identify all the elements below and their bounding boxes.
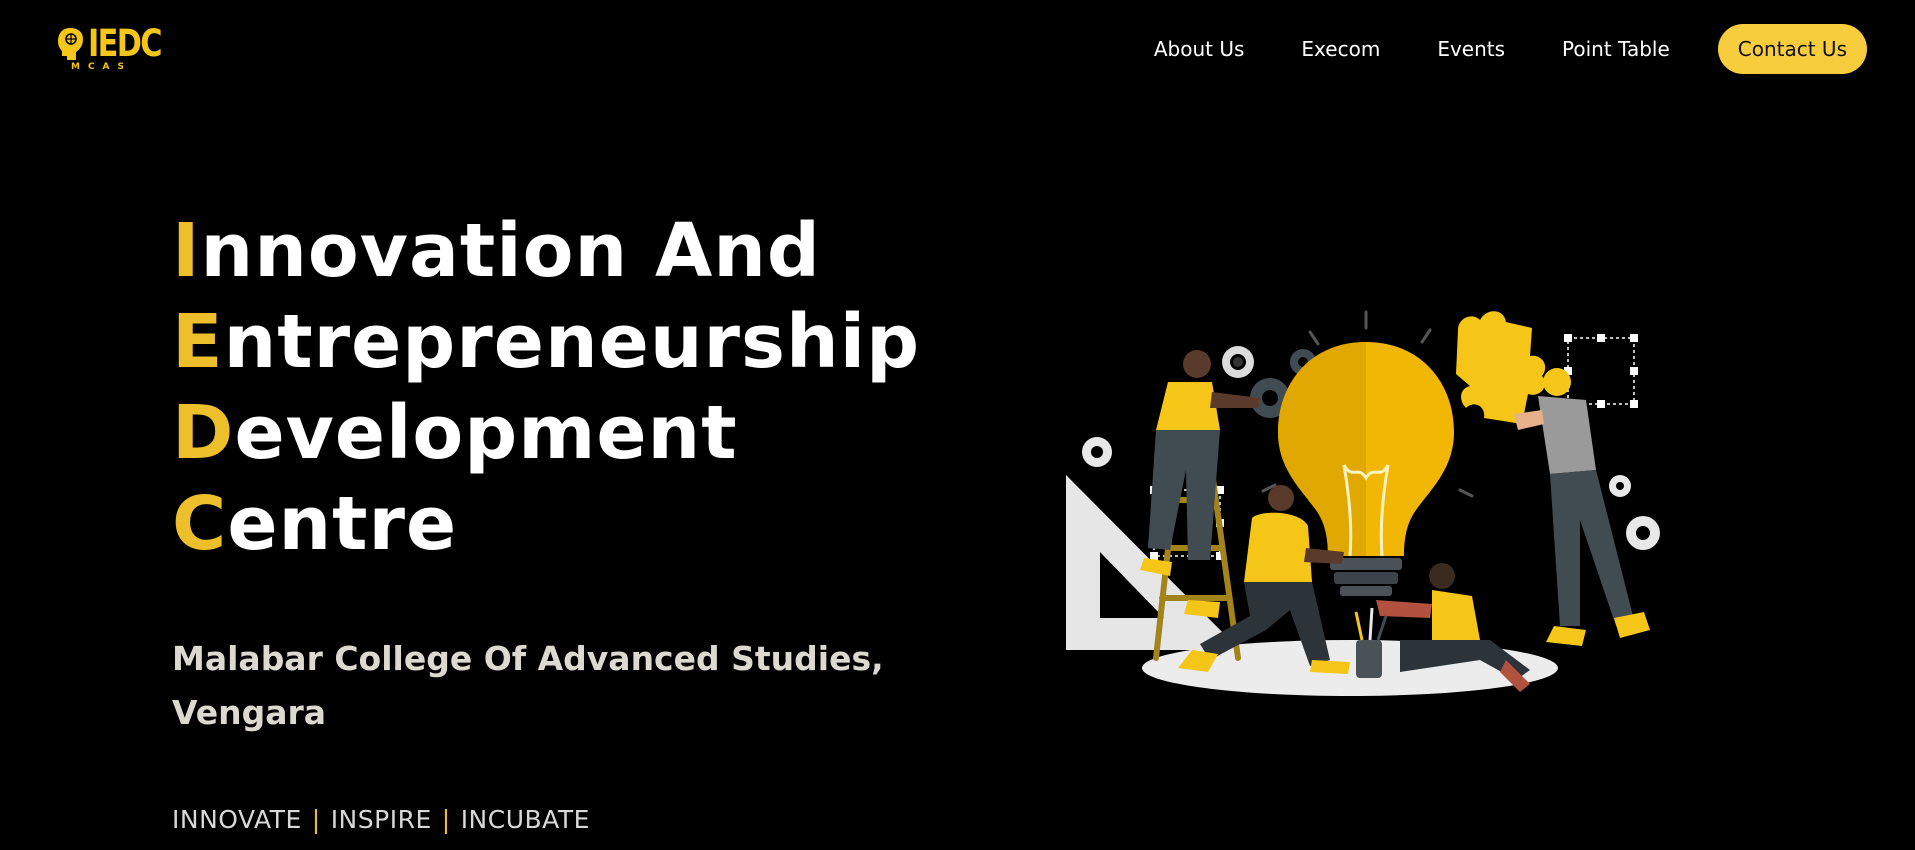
tagline-separator: |	[441, 805, 451, 834]
title-initial: I	[172, 208, 201, 294]
title-rest: evelopment	[234, 390, 738, 476]
teamwork-illustration	[1060, 300, 1670, 720]
title-rest: ntrepreneurship	[223, 299, 921, 385]
title-line-innovation: Innovation And	[172, 206, 920, 297]
title-rest: nnovation And	[200, 208, 821, 294]
hero-title: Innovation And Entrepreneurship Developm…	[172, 206, 920, 570]
title-initial: C	[172, 481, 228, 567]
tagline-incubate: INCUBATE	[460, 805, 590, 834]
main-nav: About Us Execom Events Point Table Conta…	[1154, 24, 1867, 74]
logo-subtext: MCAS	[71, 62, 133, 72]
title-line-development: Development	[172, 388, 920, 479]
title-line-entrepreneurship: Entrepreneurship	[172, 297, 920, 388]
tagline-separator: |	[311, 805, 321, 834]
title-initial: D	[172, 390, 235, 476]
college-name: Malabar College Of Advanced Studies, Ven…	[172, 639, 884, 732]
tagline: INNOVATE | INSPIRE | INCUBATE	[172, 805, 590, 834]
title-rest: entre	[227, 481, 458, 567]
site-header: IEDC MCAS About Us Execom Events Point T…	[0, 0, 1915, 100]
tagline-innovate: INNOVATE	[172, 805, 302, 834]
contact-us-button[interactable]: Contact Us	[1717, 24, 1867, 74]
nav-execom[interactable]: Execom	[1301, 37, 1380, 61]
iedc-logo[interactable]: IEDC MCAS	[58, 22, 163, 74]
tagline-inspire: INSPIRE	[330, 805, 432, 834]
lightbulb-teamwork-illustration	[1066, 310, 1660, 696]
title-line-centre: Centre	[172, 479, 920, 570]
nav-about-us[interactable]: About Us	[1154, 37, 1245, 61]
logo-wordmark: IEDC	[88, 22, 163, 65]
title-initial: E	[172, 299, 224, 385]
nav-point-table[interactable]: Point Table	[1562, 37, 1670, 61]
nav-events[interactable]: Events	[1437, 37, 1505, 61]
